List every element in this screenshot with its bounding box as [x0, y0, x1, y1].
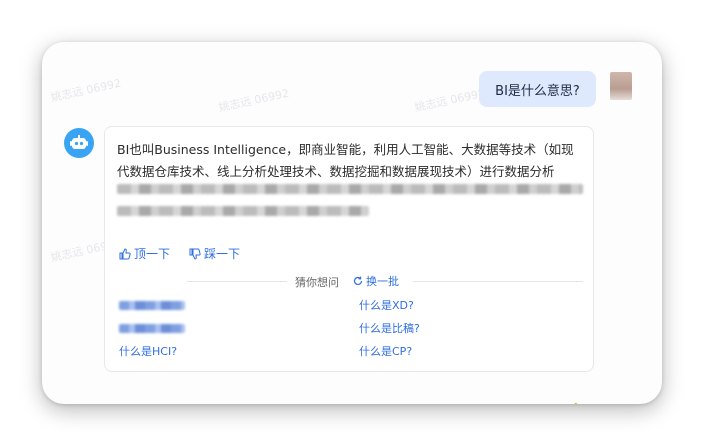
bot-answer-card: BI也叫Business Intelligence，即商业智能，利用人工智能、大…: [104, 126, 594, 372]
suggestion-left-2[interactable]: [119, 324, 185, 333]
suggestion-left-3[interactable]: 什么是HCI?: [119, 343, 177, 359]
user-avatar: [610, 72, 632, 100]
suggestions-header: 猜你想问: [295, 276, 339, 289]
suggestion-right-1[interactable]: 什么是XD?: [359, 297, 414, 313]
user-question-text: BI是什么意思?: [495, 83, 580, 99]
refresh-icon: [353, 276, 363, 286]
like-button[interactable]: 顶一下: [119, 245, 170, 262]
refresh-suggestions-button[interactable]: 换一批: [353, 273, 399, 289]
suggestion-right-2[interactable]: 什么是比稿?: [359, 320, 420, 336]
redacted-text-line: [117, 184, 583, 194]
suggestion-left-1[interactable]: [119, 301, 185, 310]
answer-text: BI也叫Business Intelligence，即商业智能，利用人工智能、大…: [117, 142, 574, 179]
divider-right: [413, 281, 583, 282]
watermark: 姚志远 06992: [49, 76, 123, 105]
thumbs-down-icon: [189, 248, 201, 260]
divider-left: [187, 281, 287, 282]
user-question-bubble: BI是什么意思?: [479, 71, 596, 107]
dislike-button[interactable]: 踩一下: [189, 245, 240, 262]
redacted-text-line: [117, 206, 369, 216]
watermark: 姚志远 06992: [413, 86, 487, 115]
dislike-label: 踩一下: [204, 247, 241, 261]
bot-avatar: [64, 128, 94, 158]
like-label: 顶一下: [134, 247, 171, 261]
chat-window: 姚志远 06992 姚志远 06992 姚志远 06992 姚志远 06992 …: [42, 42, 662, 404]
watermark: 姚志远 06992: [217, 86, 291, 115]
thumbs-up-icon: [119, 247, 131, 259]
refresh-label: 换一批: [366, 275, 399, 288]
suggestion-right-3[interactable]: 什么是CP?: [359, 343, 412, 359]
robot-icon: [70, 135, 88, 149]
